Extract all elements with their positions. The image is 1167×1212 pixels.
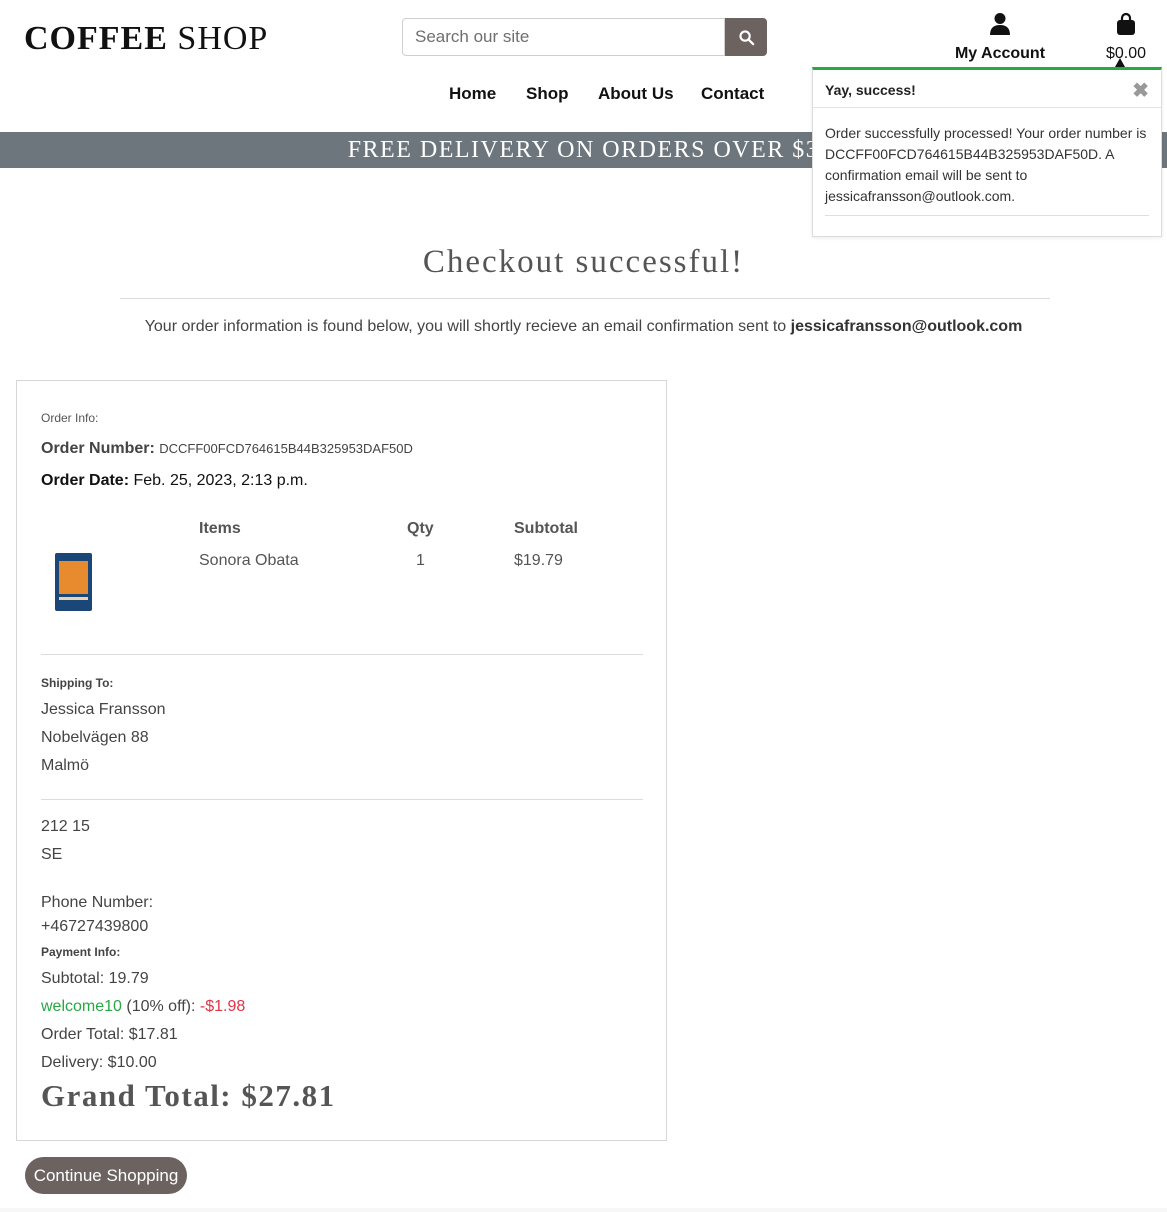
order-date-row: Order Date: Feb. 25, 2023, 2:13 p.m. <box>41 472 308 490</box>
nav-home[interactable]: Home <box>449 84 496 104</box>
shopping-bag-icon <box>1117 12 1135 35</box>
payment-subtotal: Subtotal: 19.79 <box>41 970 149 987</box>
divider <box>41 654 643 655</box>
search-icon <box>738 29 754 45</box>
discount-description: (10% off): <box>121 998 200 1015</box>
nav-about-us[interactable]: About Us <box>598 84 674 104</box>
success-toast: Yay, success! ✖ Order successfully proce… <box>812 58 1162 237</box>
grand-total: Grand Total: $27.81 <box>41 1078 336 1113</box>
page-title: Checkout successful! <box>422 244 745 280</box>
order-number-value: DCCFF00FCD764615B44B325953DAF50D <box>159 441 413 456</box>
phone-value: +46727439800 <box>41 918 149 935</box>
divider <box>120 298 1050 299</box>
payment-label: Payment Info: <box>41 945 121 959</box>
cart-link[interactable]: $0.00 <box>1100 12 1152 63</box>
search-input[interactable] <box>402 18 725 56</box>
product-label-graphic <box>59 561 88 594</box>
column-header-qty: Qty <box>407 520 434 537</box>
my-account-label: My Account <box>954 45 1046 62</box>
order-number-label: Order Number: <box>41 440 155 457</box>
order-info-label: Order Info: <box>41 411 99 425</box>
toast-arrow <box>1115 58 1125 67</box>
order-number-row: Order Number: DCCFF00FCD764615B44B325953… <box>41 440 413 458</box>
delivery-cost: Delivery: $10.00 <box>41 1054 157 1071</box>
footer-edge <box>0 1208 1167 1212</box>
column-header-subtotal: Subtotal <box>514 520 578 537</box>
toast-header: Yay, success! ✖ <box>813 70 1161 108</box>
shipping-postcode: 212 15 <box>41 818 90 835</box>
cart-amount: $0.00 <box>1105 45 1147 62</box>
order-total: Order Total: $17.81 <box>41 1026 178 1043</box>
discount-code: welcome10 <box>41 998 122 1015</box>
shipping-label: Shipping To: <box>41 676 114 690</box>
phone-label: Phone Number: <box>41 894 154 911</box>
shipping-country: SE <box>41 846 63 863</box>
order-date-label: Order Date: <box>41 472 130 489</box>
toast-message: Order successfully processed! Your order… <box>825 123 1149 216</box>
logo-bold-text: COFFEE <box>24 20 168 57</box>
divider <box>41 799 643 800</box>
my-account-link[interactable]: My Account <box>950 12 1050 63</box>
product-strip-graphic <box>59 597 88 600</box>
nav-contact[interactable]: Contact <box>701 84 764 104</box>
shipping-name: Jessica Fransson <box>41 701 166 718</box>
toast-title: Yay, success! <box>825 82 916 98</box>
continue-shopping-button[interactable]: Continue Shopping <box>25 1157 187 1194</box>
nav-shop[interactable]: Shop <box>526 84 569 104</box>
discount-amount: -$1.98 <box>199 998 246 1015</box>
search-button[interactable] <box>725 18 767 56</box>
logo-light-text: SHOP <box>177 20 269 57</box>
line-item-qty: 1 <box>416 552 425 569</box>
banner-text: FREE DELIVERY ON ORDERS OVER $3 <box>347 137 820 163</box>
close-icon[interactable]: ✖ <box>1132 78 1149 103</box>
shipping-street: Nobelvägen 88 <box>41 729 149 746</box>
discount-row: welcome10 (10% off): -$1.98 <box>41 998 245 1016</box>
user-icon <box>990 13 1010 35</box>
intro-text: Your order information is found below, y… <box>0 318 1167 336</box>
order-card: Order Info: Order Number: DCCFF00FCD7646… <box>16 380 667 1141</box>
product-thumbnail <box>55 553 92 611</box>
search-form <box>402 18 768 56</box>
site-logo[interactable]: COFFEE SHOP <box>24 20 268 58</box>
line-item-subtotal: $19.79 <box>514 552 563 569</box>
column-header-items: Items <box>199 520 241 537</box>
shipping-city: Malmö <box>41 757 90 774</box>
order-date-value: Feb. 25, 2023, 2:13 p.m. <box>133 472 308 489</box>
intro-email: jessicafransson@outlook.com <box>790 318 1023 335</box>
intro-message: Your order information is found below, y… <box>144 318 791 335</box>
line-item-name: Sonora Obata <box>199 552 299 569</box>
